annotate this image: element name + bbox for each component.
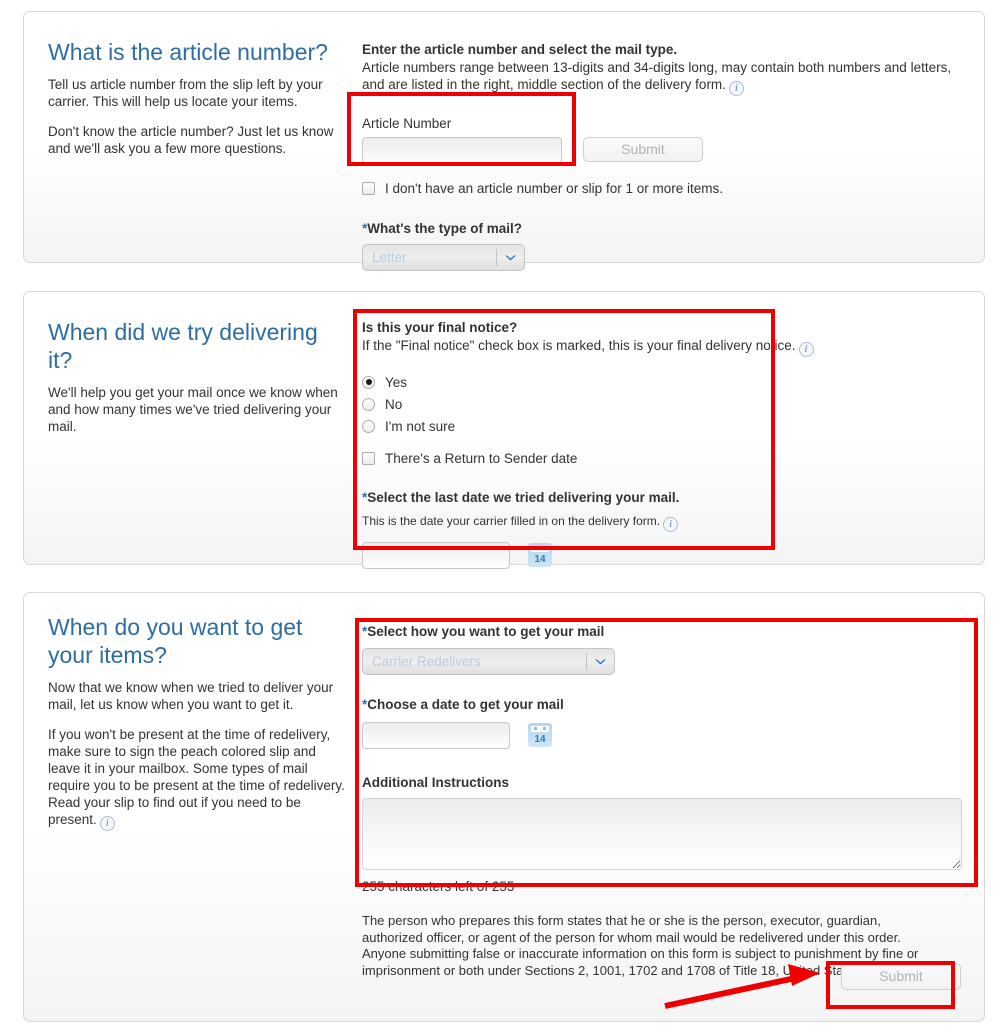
article-paragraph-2: Don't know the article number? Just let … xyxy=(48,124,334,156)
info-icon[interactable]: i xyxy=(798,342,814,357)
radio-no-label: No xyxy=(385,396,403,412)
receive-paragraph-2: If you won't be present at the time of r… xyxy=(48,727,345,831)
calendar-icon-day: 14 xyxy=(534,734,546,745)
last-delivery-date-label: *Select the last date we tried deliverin… xyxy=(362,490,680,505)
no-article-checkbox[interactable] xyxy=(362,181,375,195)
delivery-method-select[interactable]: Carrier Redelivers xyxy=(362,648,615,675)
info-icon[interactable]: i xyxy=(728,81,744,96)
chevron-down-icon xyxy=(595,659,606,665)
article-number-label: Article Number xyxy=(362,116,452,131)
article-submit-button[interactable]: Submit xyxy=(583,137,703,162)
no-article-checkbox-row[interactable]: I don't have an article number or slip f… xyxy=(362,177,962,199)
delivery-method-select-value: Carrier Redelivers xyxy=(372,654,481,669)
select-divider xyxy=(496,249,497,266)
article-left-column: What is the article number? Tell us arti… xyxy=(48,38,348,157)
section-delivery-attempt: When did we try delivering it? We'll hel… xyxy=(23,291,985,569)
radio-yes[interactable] xyxy=(362,375,375,389)
calendar-icon-day: 14 xyxy=(534,554,546,565)
article-number-input[interactable] xyxy=(362,137,562,166)
character-counter: 255 characters left of 255 xyxy=(362,879,515,894)
calendar-icon-header xyxy=(531,546,549,552)
article-lead-subtext: Article numbers range between 13-digits … xyxy=(362,60,952,96)
mail-type-select-value: Letter xyxy=(372,250,407,265)
receive-paragraph-1: Now that we know when we tried to delive… xyxy=(48,680,334,712)
radio-row-not-sure[interactable]: I'm not sure xyxy=(362,415,962,437)
article-right-column: Enter the article number and select the … xyxy=(362,41,962,271)
final-notice-subtext: If the "Final notice" check box is marke… xyxy=(362,337,962,357)
article-paragraph-1: Tell us article number from the slip lef… xyxy=(48,77,323,109)
redelivery-date-input[interactable] xyxy=(362,722,510,749)
no-article-checkbox-label: I don't have an article number or slip f… xyxy=(385,180,723,196)
redelivery-form-page: What is the article number? Tell us arti… xyxy=(0,0,1008,1033)
page-title-receive: When do you want to get your items? xyxy=(48,614,303,668)
calendar-icon[interactable]: 14 xyxy=(528,723,552,747)
final-notice-radio-group: Yes No I'm not sure xyxy=(362,371,962,437)
additional-instructions-label: Additional Instructions xyxy=(362,775,509,790)
mail-type-select[interactable]: Letter xyxy=(362,244,525,271)
radio-row-yes[interactable]: Yes xyxy=(362,371,962,393)
select-divider xyxy=(586,653,587,670)
section-receive-items: When do you want to get your items? Now … xyxy=(23,592,985,1022)
delivery-method-label: *Select how you want to get your mail xyxy=(362,624,605,639)
article-input-row: Submit xyxy=(362,137,962,169)
receive-right-column: *Select how you want to get your mail Ca… xyxy=(362,624,962,990)
info-icon[interactable]: i xyxy=(99,816,115,831)
final-submit-button[interactable]: Submit xyxy=(841,963,961,990)
receive-left-column: When do you want to get your items? Now … xyxy=(48,613,348,831)
radio-no[interactable] xyxy=(362,397,375,411)
last-delivery-date-note: This is the date your carrier filled in … xyxy=(362,514,962,532)
article-lead-text: Enter the article number and select the … xyxy=(362,42,678,57)
return-to-sender-label: There's a Return to Sender date xyxy=(385,450,578,466)
final-notice-question: Is this your final notice? xyxy=(362,320,518,335)
additional-instructions-textarea[interactable] xyxy=(362,798,962,870)
return-to-sender-checkbox-row[interactable]: There's a Return to Sender date xyxy=(362,447,962,469)
page-title-delivery: When did we try delivering it? xyxy=(48,319,318,373)
radio-yes-label: Yes xyxy=(385,374,408,390)
calendar-icon-header xyxy=(531,726,549,732)
mail-type-label: *What's the type of mail? xyxy=(362,221,522,236)
page-title-article: What is the article number? xyxy=(48,39,328,65)
redelivery-date-label: *Choose a date to get your mail xyxy=(362,697,564,712)
last-delivery-date-row: 14 xyxy=(362,542,962,572)
radio-not-sure[interactable] xyxy=(362,419,375,433)
delivery-paragraph-1: We'll help you get your mail once we kno… xyxy=(48,385,338,434)
return-to-sender-checkbox[interactable] xyxy=(362,451,375,465)
radio-not-sure-label: I'm not sure xyxy=(385,418,456,434)
section-article-number: What is the article number? Tell us arti… xyxy=(23,11,985,271)
redelivery-date-row: 14 xyxy=(362,722,962,752)
radio-row-no[interactable]: No xyxy=(362,393,962,415)
info-icon[interactable]: i xyxy=(663,517,679,532)
delivery-right-column: Is this your final notice? If the "Final… xyxy=(362,319,962,572)
calendar-icon[interactable]: 14 xyxy=(528,543,552,567)
chevron-down-icon xyxy=(505,255,516,261)
last-delivery-date-input[interactable] xyxy=(362,542,510,569)
delivery-left-column: When did we try delivering it? We'll hel… xyxy=(48,318,348,435)
